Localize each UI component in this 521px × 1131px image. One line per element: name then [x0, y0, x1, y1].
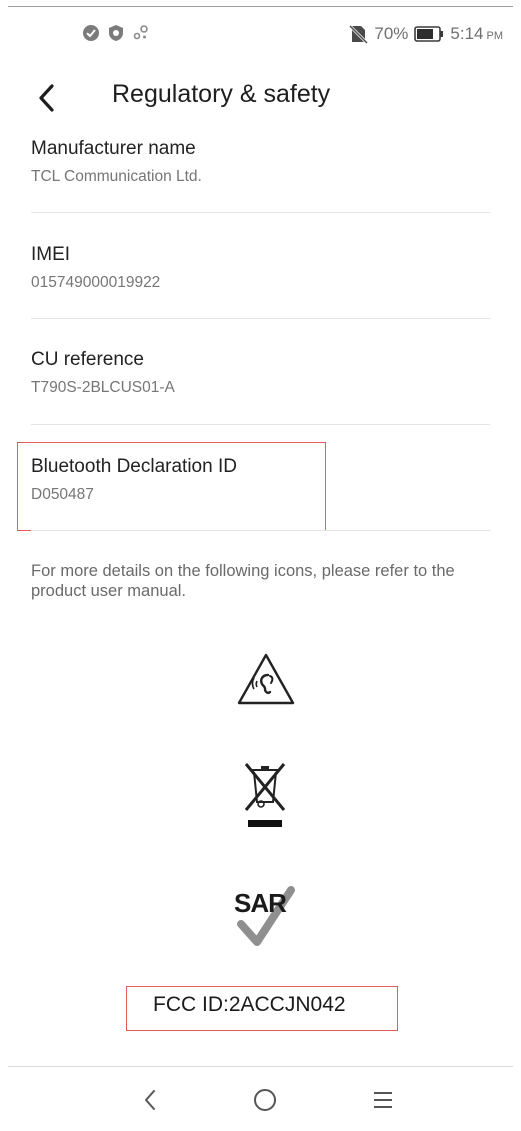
battery-percent: 70%: [374, 24, 409, 43]
navigation-bar: [0, 1068, 521, 1131]
item-title: CU reference: [31, 349, 144, 370]
page-title: Regulatory & safety: [112, 80, 331, 108]
status-notification-icons: [82, 24, 150, 42]
hearing-warning-icon: [235, 651, 297, 714]
item-value: T790S-2BLCUS01-A: [31, 379, 175, 396]
status-ampm: PM: [486, 30, 504, 42]
status-time: 5:14: [450, 24, 484, 43]
weee-crossed-bin-icon: [238, 758, 292, 835]
icons-note: For more details on the following icons,…: [31, 562, 455, 600]
top-border: [8, 6, 513, 7]
no-sim-icon: [349, 24, 369, 44]
nav-menu-icon: [374, 1092, 392, 1108]
fcc-id: FCC ID:2ACCJN042: [153, 993, 346, 1016]
item-title: IMEI: [31, 244, 71, 265]
nav-back-button[interactable]: [131, 1080, 171, 1120]
shield-icon: [109, 25, 123, 41]
status-system-icons: 70% 5:14 PM: [348, 24, 503, 44]
status-bar: 70% 5:14 PM: [0, 16, 521, 56]
item-value: TCL Communication Ltd.: [31, 168, 202, 185]
nav-home-button[interactable]: [245, 1080, 285, 1120]
divider: [31, 530, 490, 531]
app-toolbar: Regulatory & safety: [0, 74, 521, 124]
item-cu-reference: CU reference T790S-2BLCUS01-A: [31, 348, 491, 398]
sar-checkmark-icon: SAR: [233, 878, 303, 948]
battery-icon: [414, 26, 444, 42]
item-value: 015749000019922: [31, 274, 161, 291]
divider: [31, 424, 490, 425]
back-arrow-icon: [39, 84, 54, 112]
highlight-box: [17, 442, 326, 531]
divider: [31, 212, 490, 213]
check-circle-icon: [83, 25, 99, 41]
nav-back-icon: [145, 1090, 155, 1110]
nav-menu-button[interactable]: [363, 1080, 403, 1120]
sar-label: SAR: [234, 888, 287, 918]
nav-home-icon: [254, 1089, 276, 1111]
divider: [31, 318, 490, 319]
back-button[interactable]: [30, 76, 70, 120]
nav-divider: [8, 1066, 513, 1067]
item-title: Manufacturer name: [31, 138, 196, 159]
item-manufacturer: Manufacturer name TCL Communication Ltd.: [31, 137, 491, 187]
item-imei: IMEI 015749000019922: [31, 243, 491, 293]
settings-dots-icon: [133, 25, 148, 40]
